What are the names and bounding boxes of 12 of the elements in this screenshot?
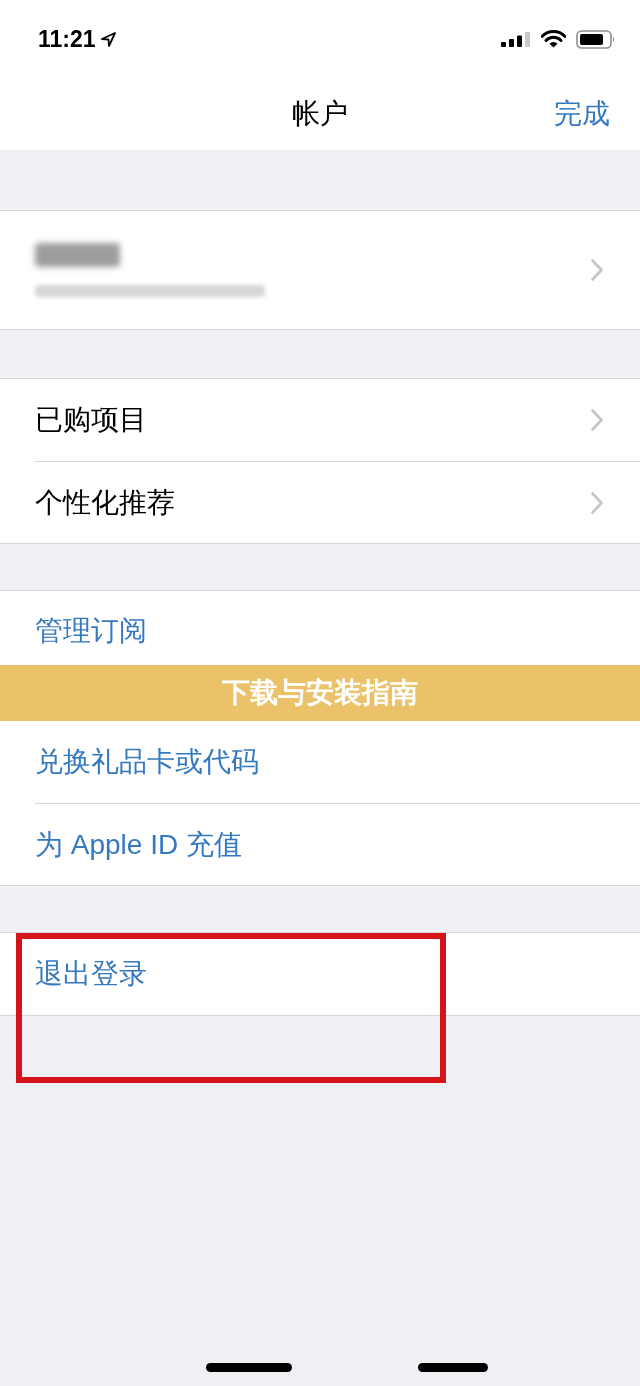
caption-banner: 下载与安装指南 bbox=[0, 665, 640, 721]
chevron-right-icon bbox=[591, 491, 603, 514]
home-indicator-bar bbox=[418, 1363, 488, 1372]
chevron-right-icon bbox=[591, 259, 603, 281]
nav-title: 帐户 bbox=[292, 100, 348, 128]
chevron-right-icon bbox=[591, 409, 603, 431]
location-arrow-icon bbox=[100, 31, 116, 47]
wifi-icon bbox=[541, 30, 566, 48]
done-button[interactable]: 完成 bbox=[554, 100, 610, 128]
signal-icon bbox=[501, 31, 531, 47]
battery-icon bbox=[576, 29, 616, 49]
status-time: 11:21 bbox=[38, 27, 96, 51]
